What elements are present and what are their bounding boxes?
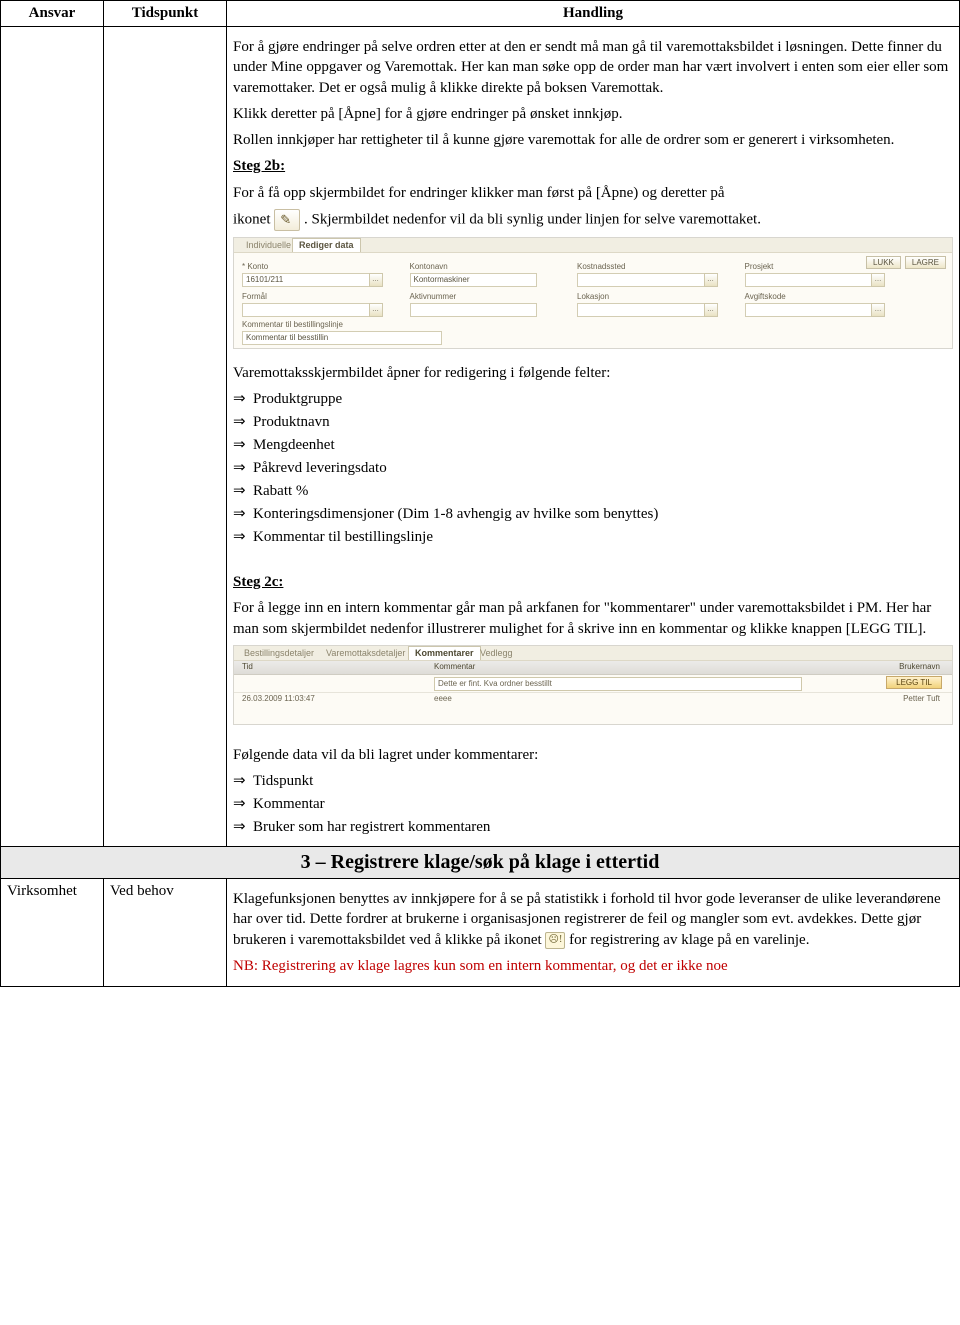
input-formal[interactable]: … xyxy=(242,303,370,317)
comment-user: Petter Tuft xyxy=(903,694,940,703)
input-kostnadssted[interactable]: … xyxy=(577,273,705,287)
cell-ansvar-2 xyxy=(1,27,104,847)
label-kontonavn: Kontonavn xyxy=(410,262,538,271)
label-lokasjon: Lokasjon xyxy=(577,292,705,301)
list-item: Påkrevd leveringsdato xyxy=(253,458,953,477)
tab-attachments[interactable]: Vedlegg xyxy=(474,647,519,659)
input-kontonavn[interactable]: Kontormaskiner xyxy=(410,273,538,287)
input-kommentar[interactable]: Kommentar til besstillin xyxy=(242,331,442,345)
dropdown-icon[interactable]: … xyxy=(871,303,885,317)
col-brukernavn: Brukernavn xyxy=(899,662,940,671)
cell-tidspunkt-2 xyxy=(104,27,227,847)
step-2c-heading: Steg 2c: xyxy=(233,572,953,592)
label-kommentar: Kommentar til bestillingslinje xyxy=(242,320,442,329)
list-item: Kommentar xyxy=(253,794,953,813)
dropdown-icon[interactable]: … xyxy=(369,303,383,317)
editable-fields-intro: Varemottaksskjermbildet åpner for redige… xyxy=(233,363,953,383)
label-formal: Formål xyxy=(242,292,370,301)
list-item: Kommentar til bestillingslinje xyxy=(253,527,953,546)
label-aktivnummer: Aktivnummer xyxy=(410,292,538,301)
screenshot-comments: Bestillingsdetaljer Varemottaksdetaljer … xyxy=(233,645,953,725)
tab-comments[interactable]: Kommentarer xyxy=(408,646,481,660)
edit-icon[interactable] xyxy=(274,209,300,231)
step-2b-heading: Steg 2b: xyxy=(233,156,953,176)
step-2b-text-2: ikonet . Skjermbildet nedenfor vil da bl… xyxy=(233,209,953,231)
input-aktivnummer[interactable] xyxy=(410,303,538,317)
label-prosjekt: Prosjekt xyxy=(745,262,873,271)
procedure-table: Ansvar Tidspunkt Handling For å gjøre en… xyxy=(0,0,960,987)
nb-warning: NB: Registrering av klage lagres kun som… xyxy=(233,956,953,976)
dropdown-icon[interactable]: … xyxy=(871,273,885,287)
section-3-header: 3 – Registrere klage/søk på klage i ette… xyxy=(1,847,960,879)
save-button[interactable]: LAGRE xyxy=(905,256,946,269)
cell-tidspunkt-3: Ved behov xyxy=(104,879,227,987)
cell-handling-2: For å gjøre endringer på selve ordren et… xyxy=(227,27,960,847)
intro-paragraph-3: Rollen innkjøper har rettigheter til å k… xyxy=(233,130,953,150)
intro-paragraph-2: Klikk deretter på [Åpne] for å gjøre end… xyxy=(233,104,953,124)
cell-handling-3: Klagefunksjonen benyttes av innkjøpere f… xyxy=(227,879,960,987)
comment-text: eeee xyxy=(434,694,452,703)
col-header-ansvar: Ansvar xyxy=(1,1,104,27)
tab-order-details[interactable]: Bestillingsdetaljer xyxy=(238,647,320,659)
comment-timestamp: 26.03.2009 11:03:47 xyxy=(242,694,315,703)
add-comment-button[interactable]: LEGG TIL xyxy=(886,676,942,689)
dropdown-icon[interactable]: … xyxy=(704,273,718,287)
cell-ansvar-3: Virksomhet xyxy=(1,879,104,987)
screenshot-edit-data: Individuelle varer Rediger data LUKK LAG… xyxy=(233,237,953,349)
col-tid: Tid xyxy=(242,662,253,671)
complaint-paragraph: Klagefunksjonen benyttes av innkjøpere f… xyxy=(233,889,953,950)
input-lokasjon[interactable]: … xyxy=(577,303,705,317)
label-konto: * Konto xyxy=(242,262,370,271)
list-item: Mengdeenhet xyxy=(253,435,953,454)
header-row: Ansvar Tidspunkt Handling xyxy=(1,1,960,27)
intro-paragraph-1: For å gjøre endringer på selve ordren et… xyxy=(233,37,953,98)
col-header-handling: Handling xyxy=(227,1,960,27)
label-kostnadssted: Kostnadssted xyxy=(577,262,705,271)
input-konto[interactable]: 16101/211… xyxy=(242,273,370,287)
list-item: Bruker som har registrert kommentaren xyxy=(253,817,953,836)
dropdown-icon[interactable]: … xyxy=(369,273,383,287)
list-item: Produktnavn xyxy=(253,412,953,431)
tab-receipt-details[interactable]: Varemottaksdetaljer xyxy=(320,647,411,659)
stored-fields-list: Tidspunkt Kommentar Bruker som har regis… xyxy=(233,771,953,836)
col-kommentar: Kommentar xyxy=(434,662,475,671)
list-item: Produktgruppe xyxy=(253,389,953,408)
input-avgiftskode[interactable]: … xyxy=(745,303,873,317)
step-2c-text: For å legge inn en intern kommentar går … xyxy=(233,598,953,639)
stored-intro: Følgende data vil da bli lagret under ko… xyxy=(233,745,953,765)
step-row-2: For å gjøre endringer på selve ordren et… xyxy=(1,27,960,847)
list-item: Konteringsdimensjoner (Dim 1-8 avhengig … xyxy=(253,504,953,523)
tab-edit-data[interactable]: Rediger data xyxy=(292,238,361,252)
list-item: Rabatt % xyxy=(253,481,953,500)
col-header-tidspunkt: Tidspunkt xyxy=(104,1,227,27)
section-3-title: 3 – Registrere klage/søk på klage i ette… xyxy=(7,851,953,874)
list-item: Tidspunkt xyxy=(253,771,953,790)
label-avgiftskode: Avgiftskode xyxy=(745,292,873,301)
dropdown-icon[interactable]: … xyxy=(704,303,718,317)
step-2b-text-1: For å få opp skjermbildet for endringer … xyxy=(233,183,953,203)
step-row-3: Virksomhet Ved behov Klagefunksjonen ben… xyxy=(1,879,960,987)
editable-fields-list: Produktgruppe Produktnavn Mengdeenhet På… xyxy=(233,389,953,546)
section-3-header-row: 3 – Registrere klage/søk på klage i ette… xyxy=(1,847,960,879)
input-prosjekt[interactable]: … xyxy=(745,273,873,287)
comment-input[interactable]: Dette er fint. Kva ordner besstillt xyxy=(434,677,802,691)
complaint-icon[interactable]: ☹! xyxy=(545,932,565,949)
